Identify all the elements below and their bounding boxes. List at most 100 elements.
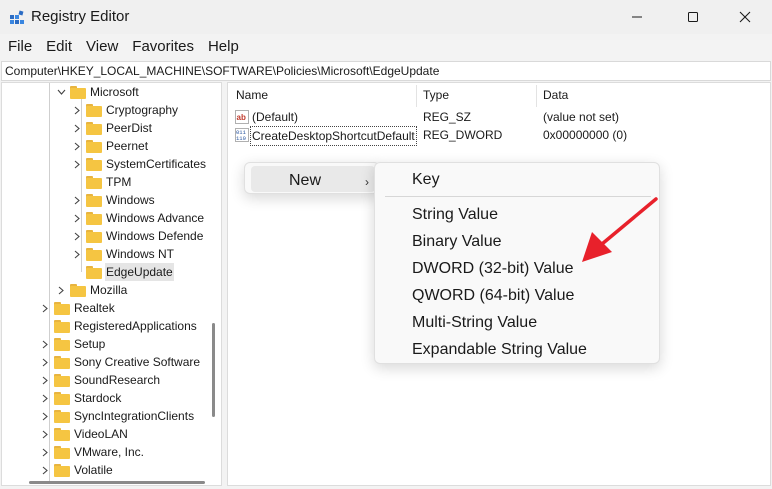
tree-item-soundresearch[interactable]: SoundResearch <box>40 371 161 389</box>
chevron-right-icon[interactable] <box>72 101 82 119</box>
folder-icon <box>70 85 86 99</box>
submenu-multi-string-value[interactable]: Multi-String Value <box>412 314 537 332</box>
svg-text:110: 110 <box>236 135 246 142</box>
folder-icon <box>86 157 102 171</box>
folder-icon <box>70 283 86 297</box>
tree-item-windows-nt[interactable]: Windows NT <box>72 245 175 263</box>
value-name: (Default) <box>252 110 299 124</box>
context-menu: New › <box>244 162 380 194</box>
column-separator[interactable] <box>416 85 417 107</box>
menu-edit[interactable]: Edit <box>39 36 79 58</box>
tree-vertical-scrollbar[interactable] <box>212 323 215 417</box>
close-icon <box>739 11 751 23</box>
submenu-expandable-string-value[interactable]: Expandable String Value <box>412 341 587 359</box>
tree-item-label: Microsoft <box>90 85 139 99</box>
submenu-dword-value[interactable]: DWORD (32-bit) Value <box>412 260 574 278</box>
title-bar: Registry Editor <box>0 0 772 34</box>
address-bar[interactable]: Computer\HKEY_LOCAL_MACHINE\SOFTWARE\Pol… <box>1 61 771 81</box>
tree-item-label: Windows Advance <box>106 211 205 225</box>
tree-item-label: RegisteredApplications <box>74 319 197 333</box>
tree-item-vmware[interactable]: VMware, Inc. <box>40 443 145 461</box>
value-row[interactable]: ab (Default) REG_SZ (value not set) <box>228 108 770 126</box>
tree-item-label: Windows NT <box>106 247 175 261</box>
chevron-right-icon[interactable] <box>72 209 82 227</box>
menu-help[interactable]: Help <box>201 36 246 58</box>
binary-value-icon: 011 110 <box>235 128 249 142</box>
tree-item-label: Cryptography <box>106 103 179 117</box>
chevron-right-icon[interactable] <box>72 119 82 137</box>
chevron-right-icon[interactable] <box>40 461 50 479</box>
submenu-qword-value[interactable]: QWORD (64-bit) Value <box>412 287 574 305</box>
submenu-string-value[interactable]: String Value <box>412 206 498 224</box>
folder-icon <box>86 247 102 261</box>
tree-item-peernet[interactable]: Peernet <box>72 137 149 155</box>
chevron-right-icon[interactable] <box>72 191 82 209</box>
tree-item-label: Setup <box>74 337 106 351</box>
maximize-button[interactable] <box>670 0 716 34</box>
value-data: 0x00000000 (0) <box>543 128 628 142</box>
tree-item-syncintegrationclients[interactable]: SyncIntegrationClients <box>40 407 195 425</box>
tree-item-volatile[interactable]: Volatile <box>40 461 114 479</box>
chevron-right-icon[interactable] <box>40 425 50 443</box>
tree-item-videolan[interactable]: VideoLAN <box>40 425 129 443</box>
chevron-right-icon[interactable] <box>72 227 82 245</box>
tree-item-registeredapplications[interactable]: RegisteredApplications <box>40 317 198 335</box>
submenu-binary-value[interactable]: Binary Value <box>412 233 502 251</box>
menu-favorites[interactable]: Favorites <box>125 36 201 58</box>
tree-item-realtek[interactable]: Realtek <box>40 299 116 317</box>
column-header-data[interactable]: Data <box>543 88 568 102</box>
tree-item-mozilla[interactable]: Mozilla <box>56 281 128 299</box>
folder-icon <box>54 301 70 315</box>
key-tree-pane[interactable]: Microsoft Cryptography PeerDist Peernet … <box>1 82 222 486</box>
tree-item-sony-creative-software[interactable]: Sony Creative Software <box>40 353 201 371</box>
chevron-right-icon[interactable] <box>40 353 50 371</box>
tree-item-windows[interactable]: Windows <box>72 191 156 209</box>
tree-item-windows-advanced[interactable]: Windows Advance <box>72 209 205 227</box>
folder-icon <box>86 139 102 153</box>
tree-item-cryptography[interactable]: Cryptography <box>72 101 179 119</box>
chevron-right-icon[interactable] <box>40 443 50 461</box>
chevron-right-icon[interactable] <box>40 299 50 317</box>
chevron-right-icon[interactable] <box>72 155 82 173</box>
folder-icon <box>86 175 102 189</box>
tree-horizontal-scrollbar[interactable] <box>29 481 205 484</box>
tree-item-peerdist[interactable]: PeerDist <box>72 119 153 137</box>
chevron-right-icon[interactable] <box>40 335 50 353</box>
chevron-right-icon[interactable] <box>40 371 50 389</box>
minimize-icon <box>632 16 642 18</box>
chevron-right-icon[interactable] <box>72 245 82 263</box>
menu-file[interactable]: File <box>0 36 39 58</box>
registry-editor-icon <box>10 10 24 24</box>
minimize-button[interactable] <box>614 0 660 34</box>
value-row[interactable]: 011 110 CreateDesktopShortcutDefault REG… <box>228 126 770 146</box>
string-value-icon: ab <box>235 110 249 124</box>
tree-item-label: Realtek <box>74 301 115 315</box>
tree-item-label: EdgeUpdate <box>105 263 174 281</box>
close-button[interactable] <box>722 0 768 34</box>
chevron-right-icon[interactable] <box>56 281 66 299</box>
chevron-right-icon[interactable] <box>40 407 50 425</box>
new-menu-item[interactable]: New › <box>251 166 375 192</box>
submenu-key[interactable]: Key <box>412 171 440 189</box>
chevron-down-icon[interactable] <box>56 83 66 101</box>
tree-item-setup[interactable]: Setup <box>40 335 106 353</box>
chevron-right-icon[interactable] <box>72 137 82 155</box>
tree-item-systemcertificates[interactable]: SystemCertificates <box>72 155 207 173</box>
annotation-arrow-icon <box>582 197 658 262</box>
folder-icon <box>54 427 70 441</box>
column-header-type[interactable]: Type <box>423 88 449 102</box>
menu-view[interactable]: View <box>79 36 125 58</box>
tree-item-microsoft[interactable]: Microsoft <box>56 83 140 101</box>
tree-item-edgeupdate[interactable]: EdgeUpdate <box>72 263 174 281</box>
folder-icon <box>54 319 70 333</box>
chevron-right-icon[interactable] <box>40 389 50 407</box>
column-separator[interactable] <box>536 85 537 107</box>
column-header-name[interactable]: Name <box>236 88 268 102</box>
tree-item-windows-defender[interactable]: Windows Defende <box>72 227 204 245</box>
tree-item-label: Windows Defende <box>106 229 204 243</box>
folder-icon <box>54 337 70 351</box>
tree-item-label: Sony Creative Software <box>74 355 201 369</box>
tree-item-stardock[interactable]: Stardock <box>40 389 122 407</box>
tree-item-tpm[interactable]: TPM <box>72 173 132 191</box>
tree-item-label: Volatile <box>74 463 113 477</box>
